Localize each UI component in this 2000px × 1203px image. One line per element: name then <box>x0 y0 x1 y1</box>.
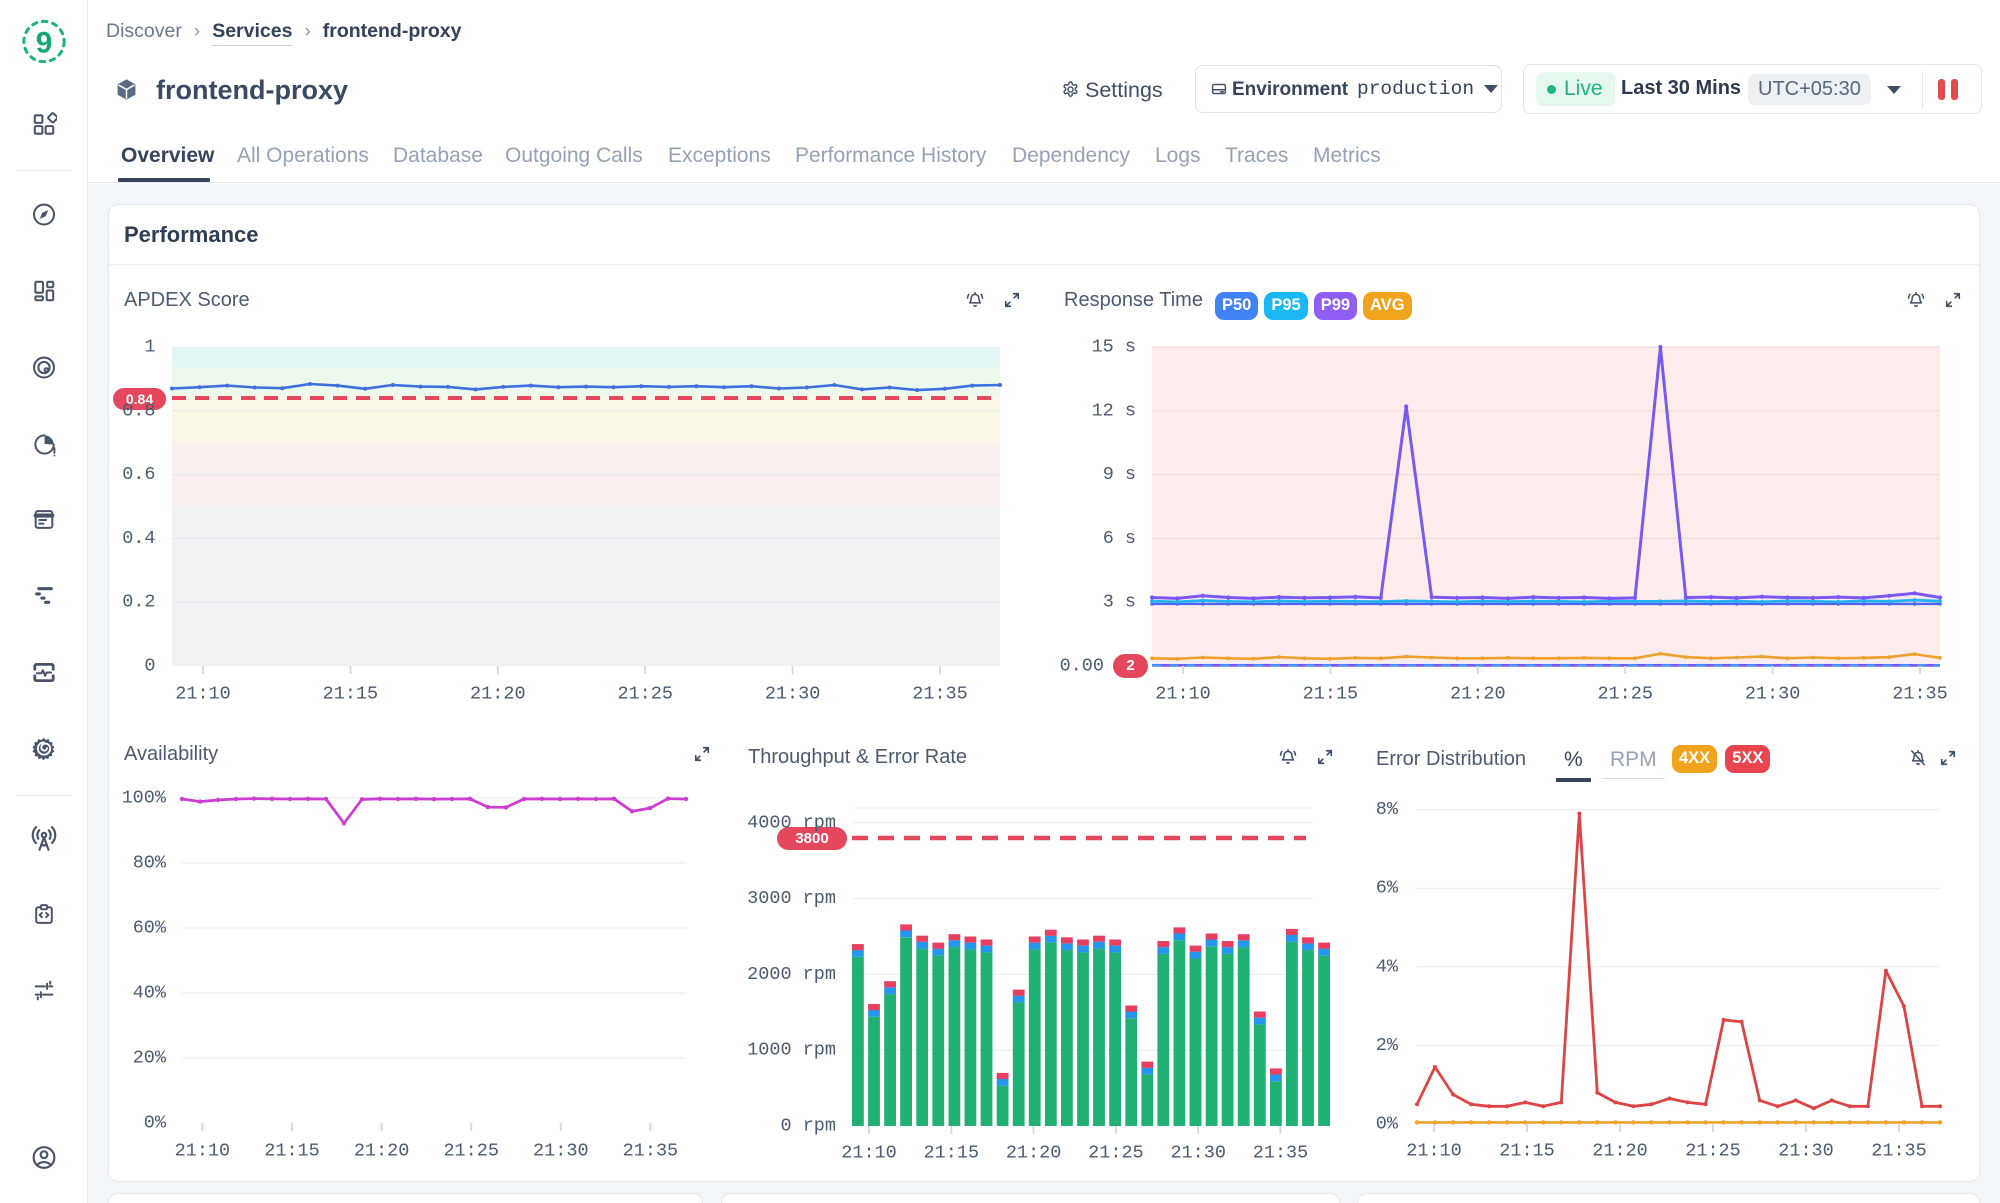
svg-text:21:20: 21:20 <box>1592 1141 1648 1162</box>
svg-text:21:15: 21:15 <box>1499 1141 1555 1162</box>
svg-text:21:35: 21:35 <box>1871 1141 1927 1162</box>
svg-text:0.6: 0.6 <box>122 464 155 485</box>
svg-text:21:15: 21:15 <box>323 684 379 705</box>
svg-text:0.2: 0.2 <box>122 592 155 613</box>
svg-text:21:25: 21:25 <box>1685 1141 1741 1162</box>
svg-text:4%: 4% <box>1376 956 1399 977</box>
svg-text:21:35: 21:35 <box>1253 1143 1309 1164</box>
svg-text:21:35: 21:35 <box>623 1141 679 1162</box>
svg-text:0%: 0% <box>144 1113 167 1134</box>
svg-text:21:30: 21:30 <box>533 1141 589 1162</box>
svg-text:8%: 8% <box>1376 799 1399 820</box>
svg-text:6 s: 6 s <box>1103 528 1136 549</box>
svg-text:21:20: 21:20 <box>354 1141 410 1162</box>
svg-text:21:15: 21:15 <box>1303 684 1359 705</box>
svg-text:4000 rpm: 4000 rpm <box>747 812 836 833</box>
svg-text:9 s: 9 s <box>1103 464 1136 485</box>
svg-text:21:25: 21:25 <box>617 684 673 705</box>
svg-text:21:10: 21:10 <box>841 1143 897 1164</box>
svg-text:21:10: 21:10 <box>1406 1141 1462 1162</box>
svg-text:2000 rpm: 2000 rpm <box>747 964 836 985</box>
svg-text:60%: 60% <box>133 918 167 939</box>
svg-text:21:20: 21:20 <box>1450 684 1506 705</box>
svg-text:12 s: 12 s <box>1092 400 1136 421</box>
svg-text:80%: 80% <box>133 853 167 874</box>
svg-text:21:30: 21:30 <box>1170 1143 1226 1164</box>
svg-text:3000 rpm: 3000 rpm <box>747 888 836 909</box>
svg-text:21:35: 21:35 <box>1892 684 1948 705</box>
svg-text:21:25: 21:25 <box>1597 684 1653 705</box>
svg-text:40%: 40% <box>133 983 167 1004</box>
svg-text:21:10: 21:10 <box>175 684 231 705</box>
svg-text:0.4: 0.4 <box>122 528 155 549</box>
svg-text:0: 0 <box>144 656 155 677</box>
svg-text:20%: 20% <box>133 1048 167 1069</box>
svg-text:6%: 6% <box>1376 878 1399 899</box>
svg-text:1: 1 <box>144 337 155 358</box>
svg-text:21:30: 21:30 <box>1745 684 1801 705</box>
svg-text:21:20: 21:20 <box>470 684 526 705</box>
svg-text:21:15: 21:15 <box>924 1143 980 1164</box>
svg-text:0.8: 0.8 <box>122 400 155 421</box>
svg-text:21:30: 21:30 <box>1778 1141 1834 1162</box>
svg-text:100%: 100% <box>122 788 167 809</box>
svg-text:21:20: 21:20 <box>1006 1143 1062 1164</box>
svg-text:3 s: 3 s <box>1103 592 1136 613</box>
svg-text:0%: 0% <box>1376 1114 1399 1135</box>
svg-text:1000 rpm: 1000 rpm <box>747 1040 836 1061</box>
svg-text:0.00: 0.00 <box>1060 656 1104 677</box>
svg-text:15 s: 15 s <box>1092 337 1136 358</box>
svg-text:21:25: 21:25 <box>443 1141 499 1162</box>
svg-text:21:25: 21:25 <box>1088 1143 1144 1164</box>
svg-text:21:10: 21:10 <box>1155 684 1211 705</box>
svg-text:21:35: 21:35 <box>912 684 968 705</box>
svg-text:9: 9 <box>36 26 53 59</box>
svg-text:21:30: 21:30 <box>765 684 821 705</box>
svg-text:0 rpm: 0 rpm <box>780 1116 836 1137</box>
svg-text:21:10: 21:10 <box>175 1141 231 1162</box>
svg-text:21:15: 21:15 <box>264 1141 320 1162</box>
svg-text:2%: 2% <box>1376 1035 1399 1056</box>
